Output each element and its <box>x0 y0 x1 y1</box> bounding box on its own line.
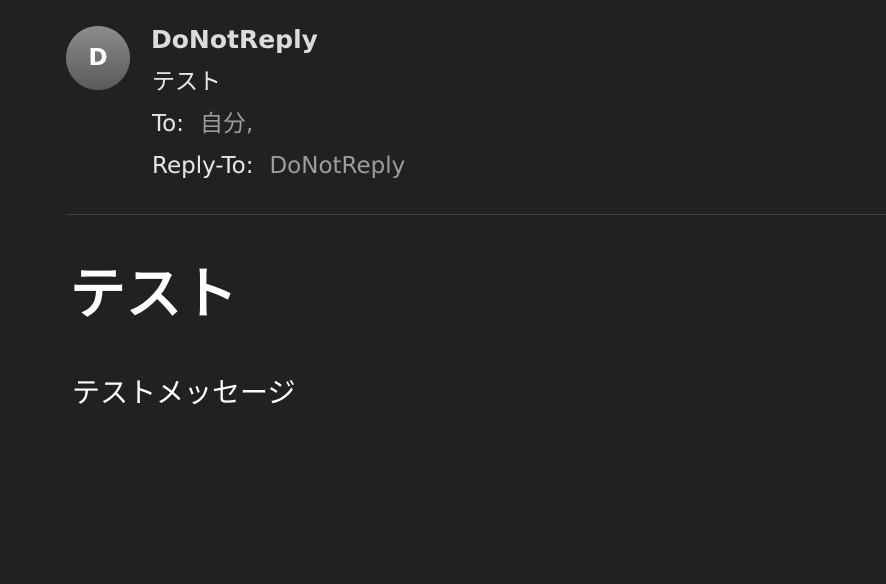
to-label: To: <box>152 111 184 137</box>
sender-name[interactable]: DoNotReply <box>151 23 318 57</box>
reply-to-address[interactable]: DoNotReply <box>269 153 405 179</box>
message-body-heading: テスト <box>70 261 238 327</box>
avatar-initial: D <box>88 44 108 71</box>
to-field: To: 自分, <box>152 107 253 141</box>
message-body-text: テストメッセージ <box>72 376 296 409</box>
sender-avatar[interactable]: D <box>66 26 130 90</box>
to-recipient[interactable]: 自分, <box>200 111 253 137</box>
message-subject: テスト <box>152 69 221 95</box>
message-header: D DoNotReply テスト To: 自分, Reply-To: DoNotRe… <box>0 0 886 216</box>
header-divider <box>66 214 886 215</box>
reply-to-label: Reply-To: <box>152 153 254 179</box>
reply-to-field: Reply-To: DoNotReply <box>152 149 405 183</box>
